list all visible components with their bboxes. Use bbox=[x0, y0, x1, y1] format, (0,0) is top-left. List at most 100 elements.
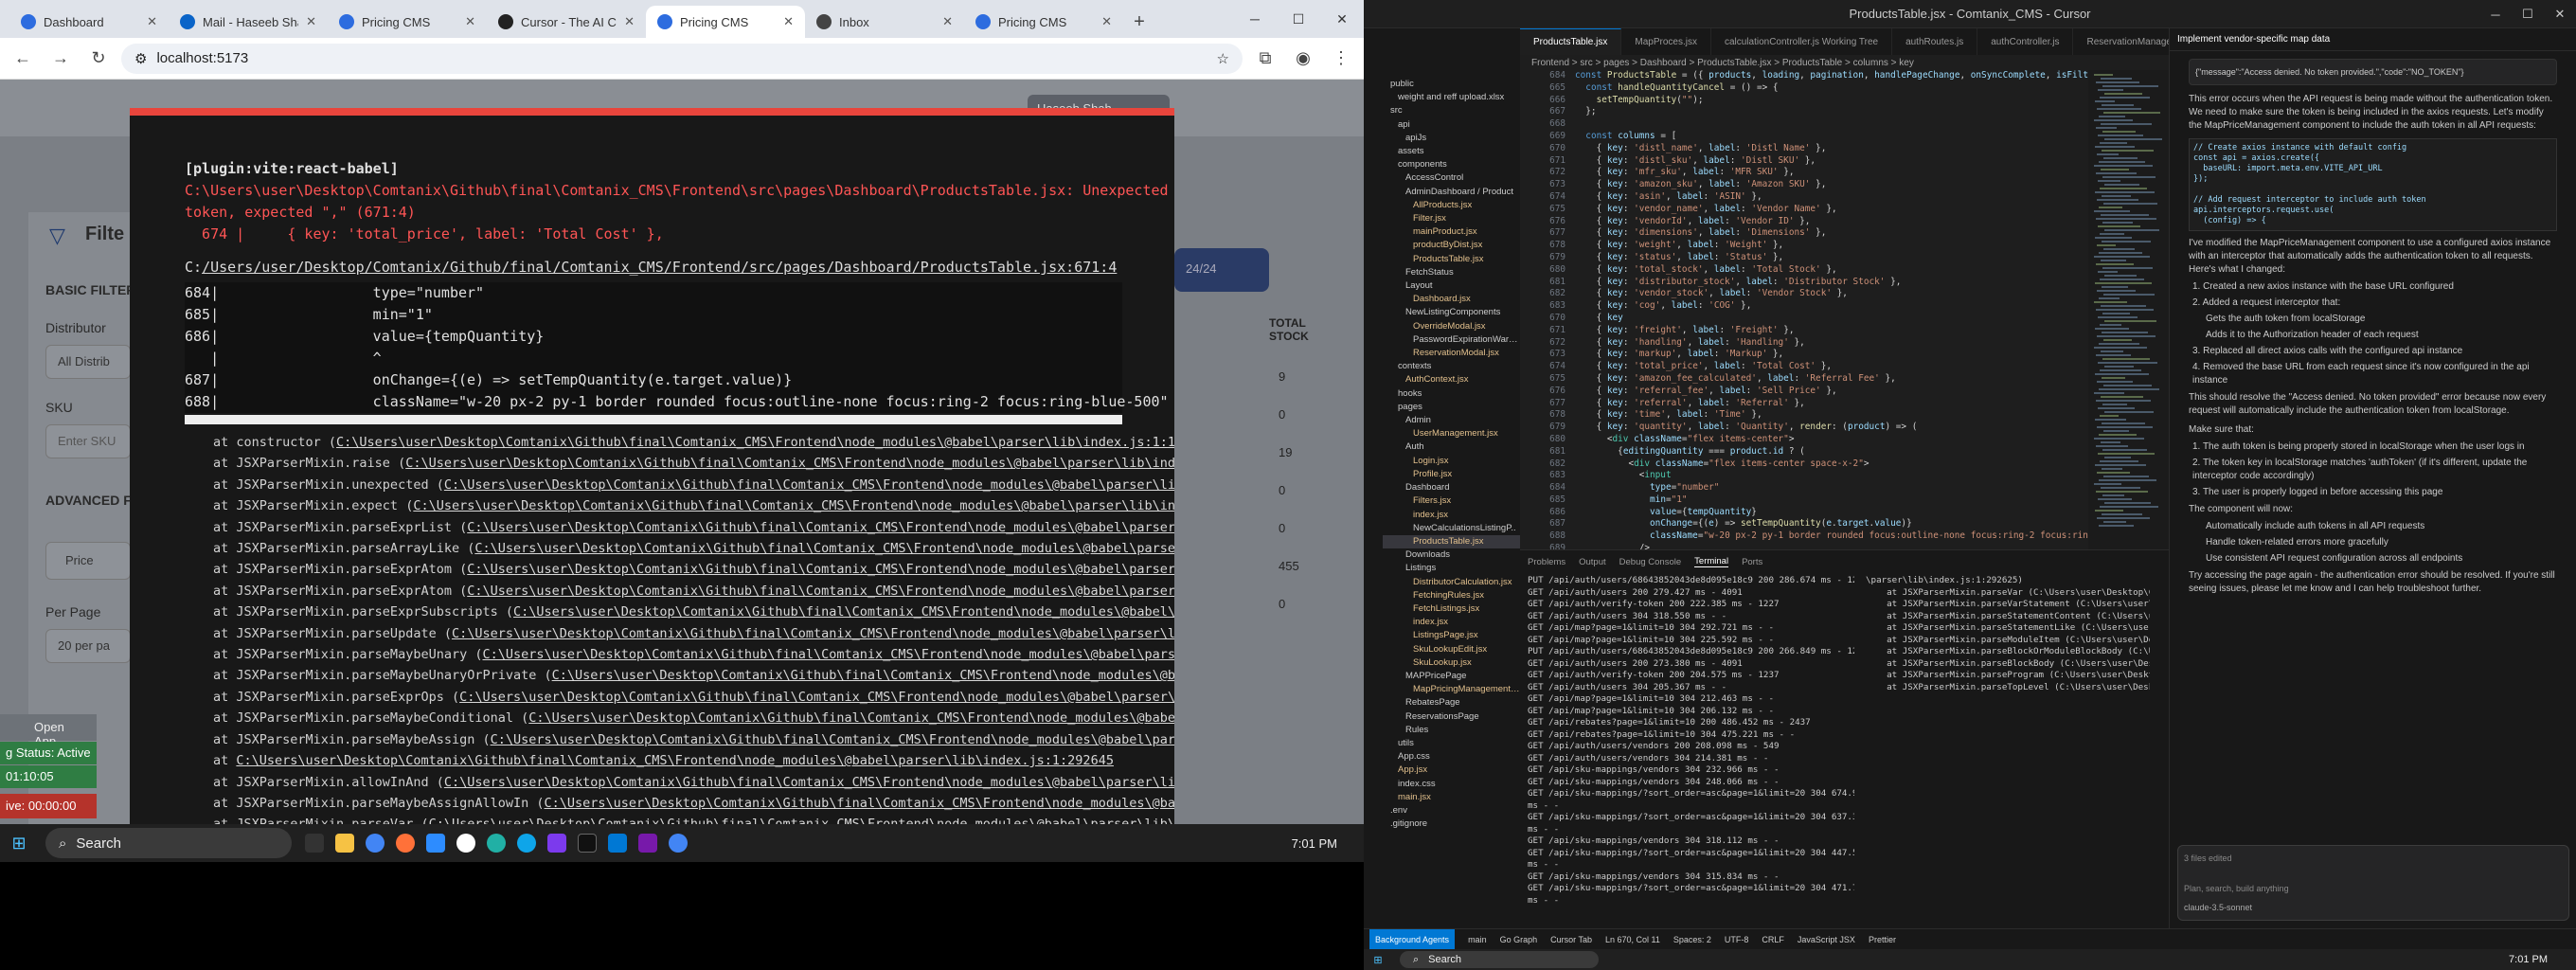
code-line[interactable]: value={tempQuantity} bbox=[1575, 507, 2088, 519]
code-line[interactable]: { key: 'freight', label: 'Freight' }, bbox=[1575, 325, 2088, 337]
explorer-item[interactable]: Admin bbox=[1383, 414, 1520, 427]
explorer-item[interactable]: AuthContext.jsx bbox=[1383, 373, 1520, 386]
model-selector[interactable]: claude-3.5-sonnet bbox=[2184, 901, 2252, 914]
explorer-item[interactable]: App.css bbox=[1383, 750, 1520, 763]
stack-path-link[interactable]: C:\Users\user\Desktop\Comtanix\Github\fi… bbox=[545, 796, 1175, 811]
stack-path-link[interactable]: C:\Users\user\Desktop\Comtanix\Github\fi… bbox=[474, 541, 1174, 556]
edited-files-count[interactable]: 3 files edited bbox=[2184, 852, 2563, 865]
explorer-item[interactable]: MAPPricePage bbox=[1383, 670, 1520, 683]
tab-close-icon[interactable]: ✕ bbox=[942, 14, 953, 29]
editor-tab[interactable]: authRoutes.js bbox=[1892, 28, 1978, 55]
stack-path-link[interactable]: C:\Users\user\Desktop\Comtanix\Github\fi… bbox=[467, 520, 1174, 535]
error-file-link[interactable]: C:/Users/user/Desktop/Comtanix/Github/fi… bbox=[185, 257, 1122, 278]
code-line[interactable]: { key: 'total_price', label: 'Total Cost… bbox=[1575, 361, 2088, 373]
explorer-item[interactable]: ProductsTable.jsx bbox=[1383, 253, 1520, 266]
explorer-item[interactable]: .gitignore bbox=[1383, 817, 1520, 831]
explorer-item[interactable]: ReservationsPage bbox=[1383, 710, 1520, 724]
taskbar-clock[interactable]: 7:01 PM bbox=[2509, 954, 2548, 965]
stack-path-link[interactable]: C:\Users\user\Desktop\Comtanix\Github\fi… bbox=[236, 753, 1114, 768]
distributor-select[interactable]: All Distrib bbox=[45, 345, 131, 379]
status-item[interactable]: Spaces: 2 bbox=[1673, 935, 1711, 944]
code-line[interactable]: <div className="flex items-center space-… bbox=[1575, 458, 2088, 471]
explorer-item[interactable]: FetchListings.jsx bbox=[1383, 602, 1520, 616]
explorer-item[interactable]: App.jsx bbox=[1383, 763, 1520, 777]
code-line[interactable]: { key: 'total_stock', label: 'Total Stoc… bbox=[1575, 264, 2088, 277]
browser-tab[interactable]: Pricing CMS ✕ bbox=[646, 6, 805, 38]
status-item[interactable]: CRLF bbox=[1762, 935, 1784, 944]
open-app-button[interactable]: Open App bbox=[0, 714, 97, 748]
taskbar-search[interactable]: ⌕ Search bbox=[45, 828, 292, 858]
explorer-item[interactable]: Listings bbox=[1383, 562, 1520, 575]
code-line[interactable]: { key: 'amazon_fee_calculated', label: '… bbox=[1575, 373, 2088, 386]
tab-close-icon[interactable]: ✕ bbox=[783, 14, 794, 29]
explorer-item[interactable]: Auth bbox=[1383, 440, 1520, 454]
app4-icon[interactable] bbox=[547, 834, 566, 853]
file-link-text[interactable]: /Users/user/Desktop/Comtanix/Github/fina… bbox=[202, 259, 1117, 276]
status-item[interactable]: main bbox=[1468, 935, 1487, 944]
task-view-icon[interactable] bbox=[305, 834, 324, 853]
panel-tab[interactable]: Debug Console bbox=[1619, 557, 1682, 567]
code-line[interactable]: }; bbox=[1575, 106, 2088, 118]
extensions-icon[interactable]: ⧉ bbox=[1250, 44, 1280, 74]
explorer-item[interactable]: MapPricingManagement.jsx bbox=[1383, 683, 1520, 696]
per-page-select[interactable]: 20 per pa bbox=[45, 629, 131, 663]
editor-tab[interactable]: ProductsTable.jsx bbox=[1520, 28, 1622, 55]
code-line[interactable]: <input bbox=[1575, 470, 2088, 482]
file-explorer-icon[interactable] bbox=[335, 834, 354, 853]
explorer-item[interactable]: components bbox=[1383, 158, 1520, 171]
explorer-item[interactable]: index.css bbox=[1383, 778, 1520, 791]
explorer-item[interactable]: AllProducts.jsx bbox=[1383, 199, 1520, 212]
new-tab-button[interactable]: + bbox=[1123, 6, 1155, 38]
code-line[interactable]: type="number" bbox=[1575, 482, 2088, 494]
explorer-item[interactable]: SkuLookupEdit.jsx bbox=[1383, 643, 1520, 656]
explorer-item[interactable]: utils bbox=[1383, 737, 1520, 750]
browser-tab[interactable]: Inbox ✕ bbox=[805, 6, 964, 38]
close-icon[interactable]: ✕ bbox=[1320, 0, 1364, 38]
explorer-item[interactable]: main.jsx bbox=[1383, 791, 1520, 804]
stack-path-link[interactable]: C:\Users\user\Desktop\Comtanix\Github\fi… bbox=[491, 732, 1174, 747]
stack-path-link[interactable]: C:\Users\user\Desktop\Comtanix\Github\fi… bbox=[336, 435, 1174, 450]
app3-icon[interactable] bbox=[517, 834, 536, 853]
tab-close-icon[interactable]: ✕ bbox=[306, 14, 316, 29]
tab-close-icon[interactable]: ✕ bbox=[147, 14, 157, 29]
code-line[interactable]: min="1" bbox=[1575, 494, 2088, 507]
taskbar-search[interactable]: ⌕ Search bbox=[1400, 951, 1599, 968]
code-line[interactable]: setTempQuantity(""); bbox=[1575, 95, 2088, 107]
code-line[interactable]: { key: 'handling', label: 'Handling' }, bbox=[1575, 337, 2088, 350]
code-line[interactable]: { key: 'status', label: 'Status' }, bbox=[1575, 252, 2088, 264]
explorer-item[interactable]: hooks bbox=[1383, 387, 1520, 401]
price-filter[interactable]: Price bbox=[45, 542, 131, 580]
explorer-item[interactable]: assets bbox=[1383, 145, 1520, 158]
profile-icon[interactable]: ◉ bbox=[1288, 44, 1318, 74]
stack-path-link[interactable]: C:\Users\user\Desktop\Comtanix\Github\fi… bbox=[467, 584, 1174, 599]
code-editor[interactable]: 684 665 666 667 668 669 670 671 672 673 674 675 676 6… bbox=[1520, 70, 2088, 549]
breadcrumb[interactable]: Frontend > src > pages > Dashboard > Pro… bbox=[1520, 55, 2169, 70]
code-line[interactable]: /> bbox=[1575, 543, 2088, 549]
explorer-item[interactable]: Rules bbox=[1383, 724, 1520, 737]
explorer-item[interactable]: Filters.jsx bbox=[1383, 494, 1520, 508]
browser-tab[interactable]: Mail - Haseeb Sha ✕ bbox=[169, 6, 328, 38]
code-line[interactable]: const handleQuantityCancel = () => { bbox=[1575, 82, 2088, 95]
explorer-item[interactable]: .env bbox=[1383, 804, 1520, 817]
terminal-1[interactable]: PUT /api/auth/users/68643852043de8d095e1… bbox=[1528, 575, 1854, 916]
browser-tab[interactable]: Dashboard ✕ bbox=[9, 6, 169, 38]
stack-path-link[interactable]: C:\Users\user\Desktop\Comtanix\Github\fi… bbox=[467, 562, 1174, 577]
explorer-item[interactable]: productByDist.jsx bbox=[1383, 239, 1520, 252]
close-icon[interactable]: ✕ bbox=[2544, 0, 2576, 28]
status-item[interactable]: JavaScript JSX bbox=[1798, 935, 1855, 944]
status-item[interactable]: Ln 670, Col 11 bbox=[1605, 935, 1660, 944]
editor-tab[interactable]: authController.js bbox=[1977, 28, 2074, 55]
code-line[interactable]: { key: 'time', label: 'Time' }, bbox=[1575, 409, 2088, 422]
explorer-item[interactable]: Layout bbox=[1383, 279, 1520, 293]
maximize-icon[interactable]: ☐ bbox=[2512, 0, 2544, 28]
app-icon[interactable] bbox=[456, 834, 475, 853]
code-line[interactable]: const columns = [ bbox=[1575, 131, 2088, 143]
explorer-item[interactable]: ReservationModal.jsx bbox=[1383, 347, 1520, 360]
status-item[interactable]: Cursor Tab bbox=[1550, 935, 1592, 944]
reload-icon[interactable]: ↻ bbox=[83, 44, 114, 74]
explorer-item[interactable]: ListingsPage.jsx bbox=[1383, 629, 1520, 642]
stack-path-link[interactable]: C:\Users\user\Desktop\Comtanix\Github\fi… bbox=[528, 710, 1174, 726]
code-line[interactable]: { key: 'quantity', label: 'Quantity', re… bbox=[1575, 422, 2088, 434]
stack-path-link[interactable]: C:\Users\user\Desktop\Comtanix\Github\fi… bbox=[459, 690, 1174, 705]
windows-start-icon[interactable]: ⊞ bbox=[1364, 954, 1392, 966]
